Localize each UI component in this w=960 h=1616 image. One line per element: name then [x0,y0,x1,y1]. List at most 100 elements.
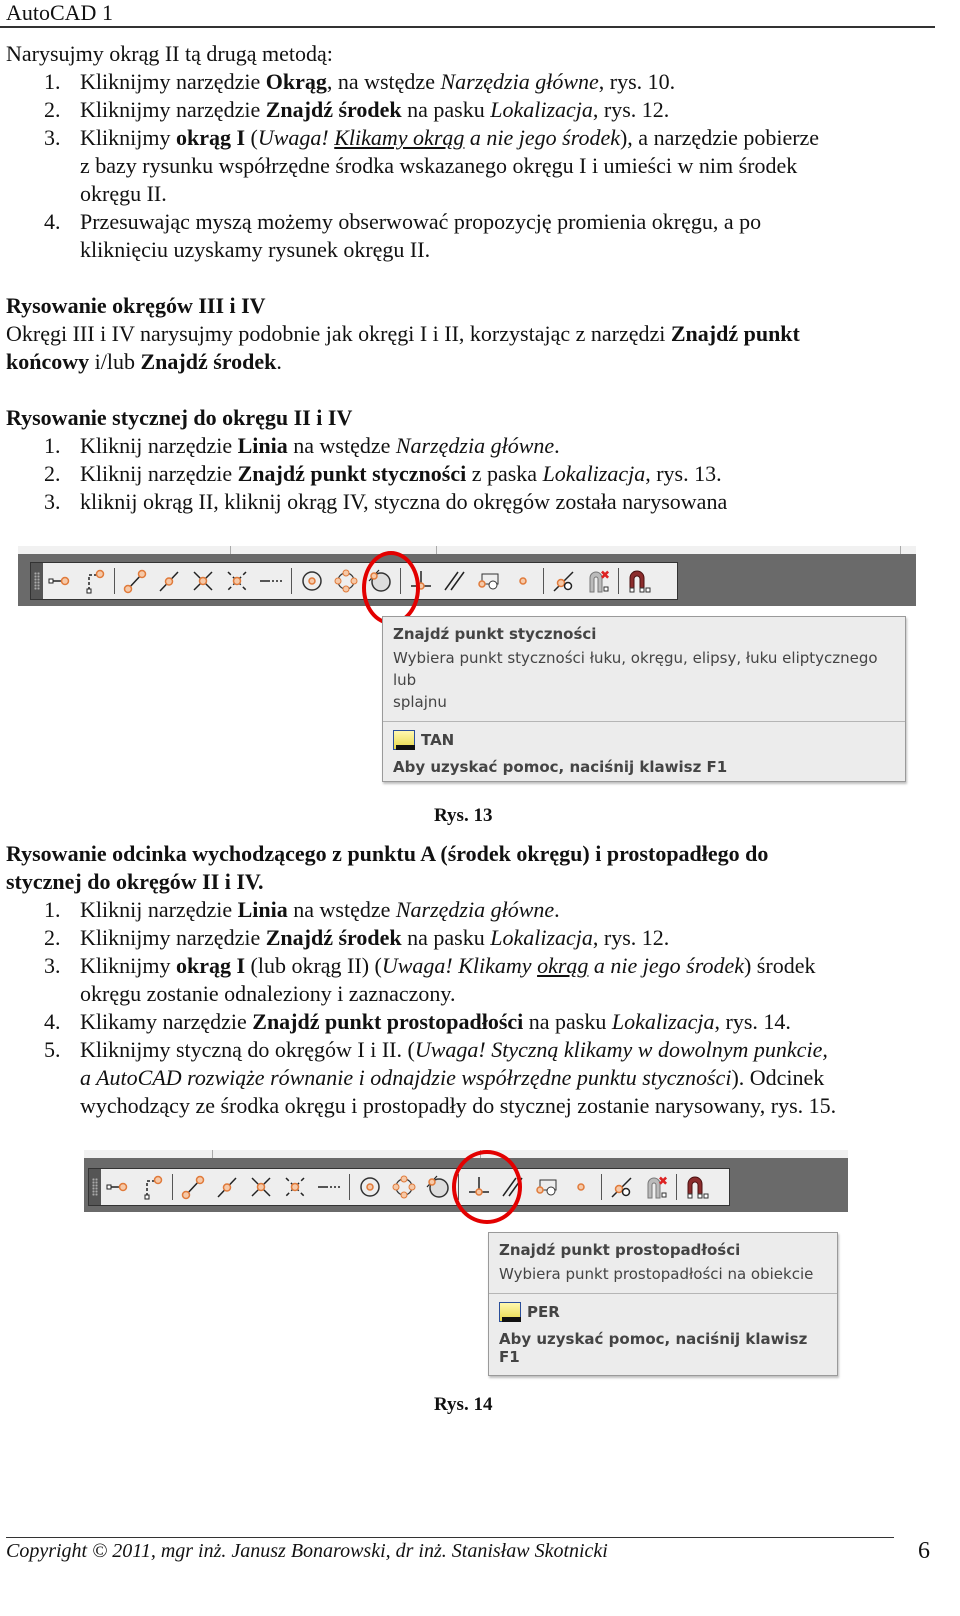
object-snap-toolbar: ✖ [30,562,678,600]
snap-intersection-button[interactable] [244,1169,278,1205]
tooltip-title: Znajdź punkt styczności [393,625,597,643]
section3-steps: 1. Kliknij narzędzie Linia na wstędze Nar… [0,432,727,516]
list-item: 1. Kliknij narzędzie Linia na wstędze Nar… [44,433,560,458]
snap-snap-from-button[interactable] [135,1169,169,1205]
snap-endpoint-button[interactable] [118,563,152,599]
toolbar-grip-handle[interactable] [89,1169,101,1205]
temporary-track-point-icon [48,576,70,586]
insert-icon [536,1179,557,1196]
object-snap-toolbar: ✖ [88,1168,730,1206]
toolbar-separator [601,1174,602,1200]
snap-insert-button[interactable] [530,1169,564,1205]
list-item: 1. Kliknij narzędzie Linia na wstędze Nar… [44,897,560,922]
midpoint-icon [217,1177,237,1198]
snap-insert-button[interactable] [472,563,506,599]
center-icon [360,1177,380,1197]
snap-temporary-track-point-button[interactable] [101,1169,135,1205]
apparent-intersection-icon [285,1177,305,1197]
command-line-icon [393,730,415,750]
snap-node-button[interactable] [506,563,540,599]
nearest-icon [611,1177,632,1198]
highlight-circle [362,551,420,625]
snap-center-button[interactable] [353,1169,387,1205]
snap-osnap-none-button[interactable]: ✖ [581,563,615,599]
snap-apparent-intersection-button[interactable] [220,563,254,599]
osnap-settings-icon [629,570,651,593]
snap-osnap-settings-button[interactable] [622,563,656,599]
extension-icon [318,1186,340,1188]
snap-parallel-button[interactable] [438,563,472,599]
snap-apparent-intersection-button[interactable] [278,1169,312,1205]
list-item: 4. Przesuwając myszą możemy obserwować pr… [44,209,762,234]
snap-extension-button[interactable] [312,1169,346,1205]
list-item: wychodzący ze środka okręgu i prostopadł… [80,1093,837,1118]
snap-center-button[interactable] [295,563,329,599]
snap-osnap-settings-button[interactable] [680,1169,714,1205]
tooltip-help: Aby uzyskać pomoc, naciśnij klawisz F1 [393,758,728,776]
quadrant-icon [334,569,358,593]
list-item: 2. Kliknij narzędzie Znajdź punkt styczno… [44,461,722,486]
osnap-none-icon: ✖ [647,1174,668,1199]
paragraph-line: końcowy i/lub Znajdź środek. [6,349,282,374]
center-icon [302,571,322,591]
tooltip-perpendicular: Znajdź punkt prostopadłości Wybiera punk… [488,1232,838,1376]
snap-nearest-button[interactable] [605,1169,639,1205]
endpoint-icon [123,569,147,594]
snap-node-button[interactable] [564,1169,598,1205]
toolbar-separator [676,1174,677,1200]
snap-midpoint-button[interactable] [210,1169,244,1205]
node-icon [577,1183,585,1191]
list-item: 4. Klikamy narzędzie Znajdź punkt prostop… [44,1009,791,1034]
snap-from-icon [86,569,105,594]
tooltip-title: Znajdź punkt prostopadłości [499,1241,741,1259]
section2-paragraph: Okręgi III i IV narysujmy podobnie jak o… [0,320,800,376]
section4-steps: 1. Kliknij narzędzie Linia na wstędze Nar… [0,896,836,1120]
osnap-none-icon: ✖ [589,568,610,593]
section1-intro: Narysujmy okrąg II tą drugą metodą: [6,41,333,66]
insert-icon [478,573,499,590]
footer-divider [6,1537,894,1538]
list-item: okręgu II. [80,181,167,206]
quadrant-icon [392,1175,416,1199]
list-item: a AutoCAD rozwiąże równanie i odnajdzie … [80,1065,825,1090]
command-line-icon [499,1302,521,1322]
snap-midpoint-button[interactable] [152,563,186,599]
snap-quadrant-button[interactable] [329,563,363,599]
svg-text:✖: ✖ [658,1174,668,1188]
page-number: 6 [918,1538,930,1564]
tooltip-command: TAN [383,722,905,754]
list-item: 2. Kliknijmy narzędzie Znajdź środek na p… [44,925,670,950]
tooltip-description: Wybiera punkt styczności łuku, okręgu, e… [393,649,878,711]
snap-osnap-none-button[interactable]: ✖ [639,1169,673,1205]
toolbar-separator [172,1174,173,1200]
endpoint-icon [181,1175,205,1200]
intersection-icon [251,1177,271,1197]
toolbar-separator [114,568,115,594]
figure-13-caption: Rys. 13 [434,805,493,826]
snap-tangent-button[interactable] [421,1169,455,1205]
snap-endpoint-button[interactable] [176,1169,210,1205]
intersection-icon [193,571,213,591]
snap-temporary-track-point-button[interactable] [43,563,77,599]
toolbar-separator [543,568,544,594]
nearest-icon [553,571,574,592]
section4-heading-line1: Rysowanie odcinka wychodzącego z punktu … [6,841,769,866]
snap-quadrant-button[interactable] [387,1169,421,1205]
document-header-title: AutoCAD 1 [6,0,113,25]
osnap-settings-icon [687,1176,709,1199]
list-item: 2. Kliknijmy narzędzie Znajdź środek na p… [44,97,670,122]
snap-snap-from-button[interactable] [77,563,111,599]
extension-icon [260,580,282,582]
snap-nearest-button[interactable] [547,563,581,599]
midpoint-icon [159,571,179,592]
toolbar-grip-handle[interactable] [31,563,43,599]
snap-intersection-button[interactable] [186,563,220,599]
toolbar-separator [618,568,619,594]
section1-steps: 1. Kliknijmy narzędzie Okrąg, na wstędze … [0,68,819,264]
svg-text:✖: ✖ [600,568,610,582]
highlight-circle [452,1150,522,1224]
tooltip-command: PER [489,1294,837,1326]
section2-heading: Rysowanie okręgów III i IV [6,293,266,318]
snap-extension-button[interactable] [254,563,288,599]
header-divider [0,26,935,28]
